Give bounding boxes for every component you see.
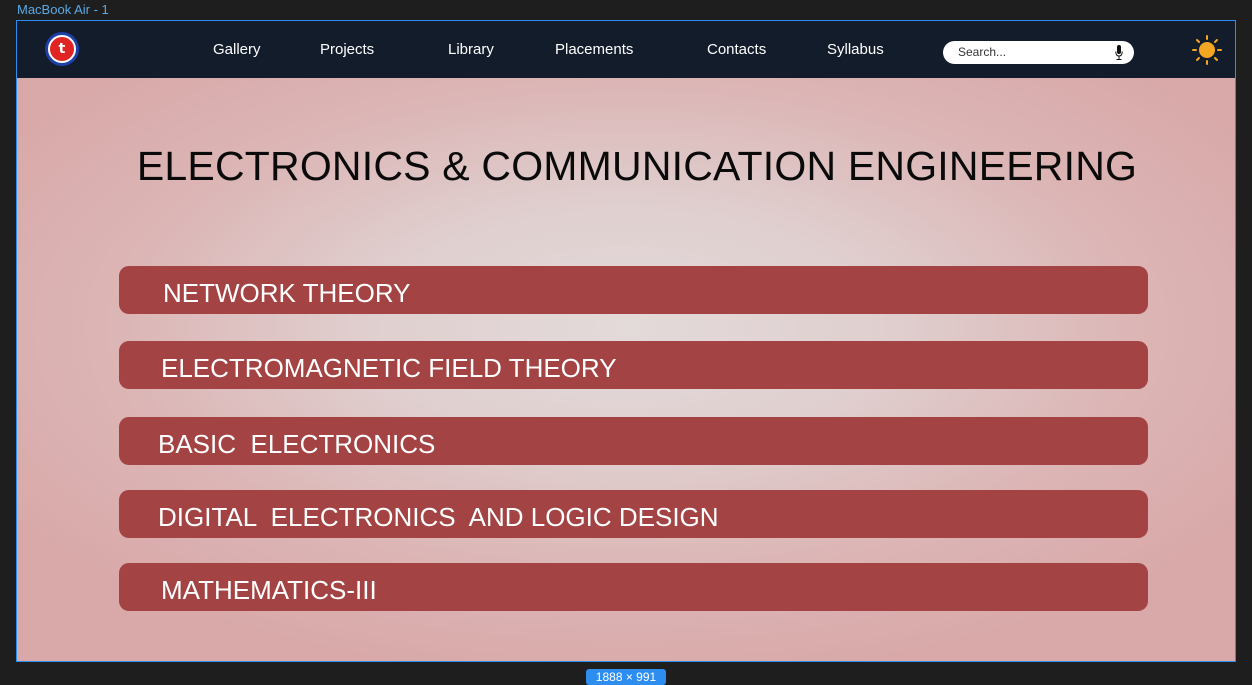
subject-basic-electronics[interactable]: BASIC ELECTRONICS: [119, 417, 1148, 465]
nav-contacts[interactable]: Contacts: [707, 41, 766, 58]
nav-projects[interactable]: Projects: [320, 41, 374, 58]
logo-letter: t: [48, 35, 76, 63]
page-frame: t Gallery Projects Library Placements Co…: [16, 20, 1236, 662]
logo-icon[interactable]: t: [45, 32, 79, 66]
subject-label: ELECTROMAGNETIC FIELD THEORY: [161, 353, 617, 383]
navbar: t Gallery Projects Library Placements Co…: [17, 21, 1235, 78]
search-input[interactable]: Search...: [943, 41, 1134, 64]
subject-network-theory[interactable]: NETWORK THEORY: [119, 266, 1148, 314]
mic-icon[interactable]: [1115, 45, 1123, 60]
subject-mathematics-iii[interactable]: MATHEMATICS-III: [119, 563, 1148, 611]
nav-placements[interactable]: Placements: [555, 41, 633, 58]
subject-label: BASIC ELECTRONICS: [158, 429, 436, 459]
subject-digital-electronics[interactable]: DIGITAL ELECTRONICS AND LOGIC DESIGN: [119, 490, 1148, 538]
frame-dimensions-badge: 1888 × 991: [586, 669, 666, 685]
subject-label: NETWORK THEORY: [163, 278, 411, 308]
page-title: ELECTRONICS & COMMUNICATION ENGINEERING: [136, 143, 1138, 189]
frame-label: MacBook Air - 1: [17, 2, 109, 17]
sun-icon[interactable]: [1192, 35, 1222, 65]
subject-electromagnetic-field-theory[interactable]: ELECTROMAGNETIC FIELD THEORY: [119, 341, 1148, 389]
nav-syllabus[interactable]: Syllabus: [827, 41, 884, 58]
subject-label: MATHEMATICS-III: [161, 575, 377, 605]
subject-label: DIGITAL ELECTRONICS AND LOGIC DESIGN: [158, 502, 719, 532]
search-placeholder: Search...: [958, 45, 1007, 59]
nav-gallery[interactable]: Gallery: [213, 41, 261, 58]
nav-library[interactable]: Library: [448, 41, 494, 58]
